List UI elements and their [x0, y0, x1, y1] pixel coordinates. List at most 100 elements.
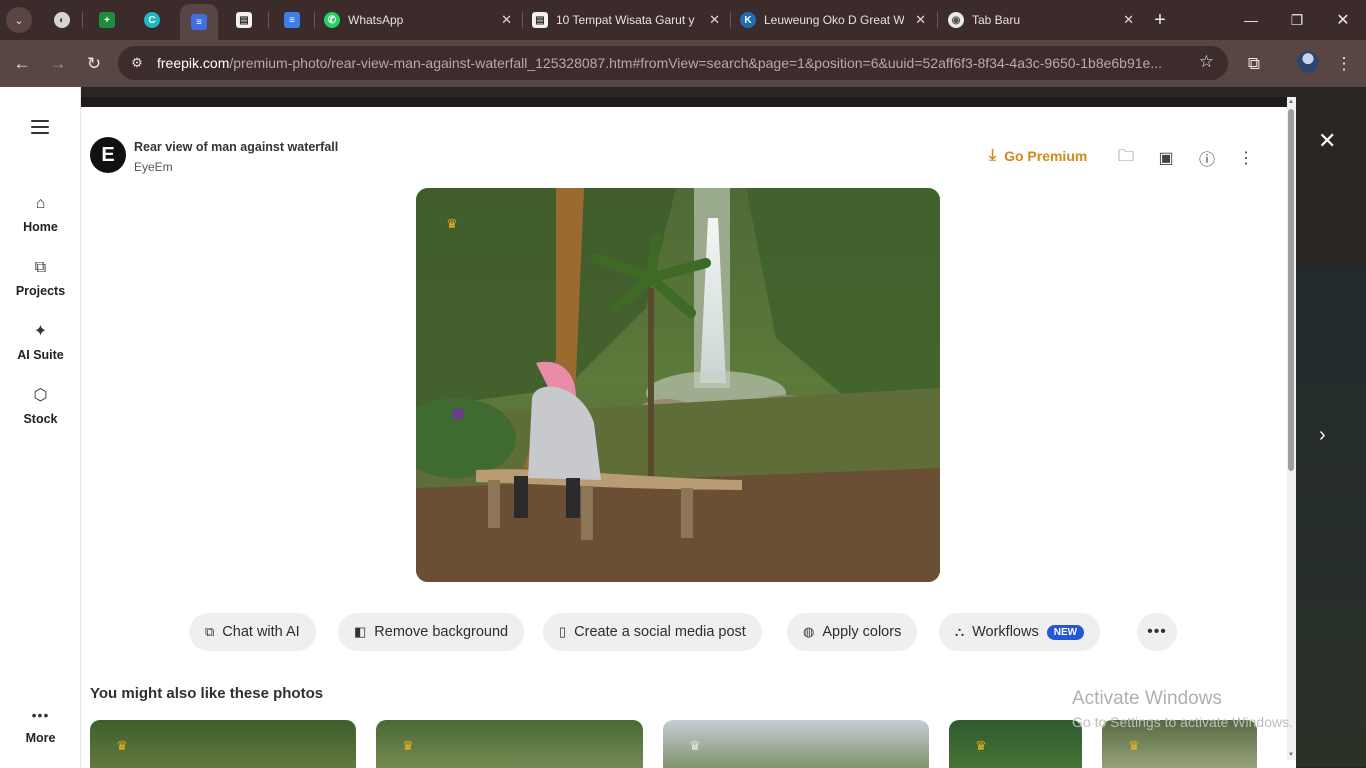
whatsapp-icon: ✆ [324, 12, 340, 28]
main-photo[interactable]: ♛ [416, 188, 940, 582]
remove-background-icon: ◧ [354, 624, 367, 639]
tab-leuweung-oko[interactable]: K Leuweung Oko D Great W ✕ [738, 4, 934, 36]
similar-photo-thumbnail[interactable]: ♛ [376, 720, 643, 768]
tab-globe[interactable]: ◐ [44, 4, 80, 36]
tab-docs[interactable]: ≡ [274, 4, 310, 36]
back-button[interactable]: ← [9, 51, 35, 77]
scroll-down-arrow[interactable]: ▼ [1288, 752, 1294, 758]
chat-icon: ⧉ [205, 624, 215, 639]
tab-title: Tab Baru [972, 13, 1021, 27]
bookmark-star-icon[interactable]: ☆ [1199, 52, 1214, 72]
info-icon[interactable]: ⓘ [1196, 147, 1218, 169]
premium-crown-icon: ♛ [1128, 738, 1140, 753]
sidebar-item-projects[interactable]: ⧉ Projects [0, 258, 81, 298]
url-text[interactable]: freepik.com/premium-photo/rear-view-man-… [157, 55, 1182, 71]
minimize-button[interactable]: — [1228, 0, 1274, 40]
tab-news[interactable]: ▤ [226, 4, 262, 36]
browser-toolbar: ← → ↻ ⚙ freepik.com/premium-photo/rear-v… [0, 40, 1366, 87]
similar-photo-thumbnail[interactable]: ♛ [663, 720, 929, 768]
chrome-icon: ◉ [948, 12, 964, 28]
sidebar-item-more[interactable]: ••• More [0, 705, 81, 745]
tab-tab-baru[interactable]: ◉ Tab Baru ✕ [946, 4, 1142, 36]
chrome-menu-icon[interactable]: ⋮ [1331, 51, 1357, 77]
forward-button[interactable]: → [45, 51, 71, 77]
tab-separator [268, 12, 269, 28]
sidebar-item-home[interactable]: ⌂ Home [0, 194, 81, 234]
go-premium-button[interactable]: ⤓ Go Premium [989, 147, 1087, 165]
sidebar-item-ai-suite[interactable]: ✦ AI Suite [0, 322, 81, 362]
workflows-label: Workflows [972, 624, 1039, 640]
phone-icon: ▯ [559, 624, 567, 639]
site-settings-icon[interactable]: ⚙ [126, 53, 148, 73]
photo-detail-modal: E Rear view of man against waterfall Eye… [81, 97, 1296, 768]
close-icon[interactable]: ✕ [915, 12, 926, 28]
profile-avatar[interactable] [1297, 51, 1319, 73]
author-logo[interactable]: E [90, 137, 126, 173]
remove-background-label: Remove background [374, 624, 509, 640]
close-modal-icon[interactable]: ✕ [1318, 128, 1336, 154]
address-bar[interactable]: ⚙ freepik.com/premium-photo/rear-view-ma… [118, 46, 1228, 80]
close-icon[interactable]: ✕ [501, 12, 512, 28]
tab-whatsapp[interactable]: ✆ WhatsApp ✕ [322, 4, 520, 36]
chat-with-ai-button[interactable]: ⧉ Chat with AI [189, 613, 316, 651]
close-icon[interactable]: ✕ [1123, 12, 1134, 28]
forms-icon: ≡ [191, 14, 207, 30]
remove-background-button[interactable]: ◧ Remove background [338, 613, 525, 651]
waterfall-photo-image [416, 188, 940, 582]
tab-forms[interactable]: ≡ [180, 4, 218, 40]
restore-button[interactable]: ❐ [1274, 0, 1320, 40]
tab-separator [937, 12, 938, 28]
docs-icon: ≡ [284, 12, 300, 28]
stock-icon: ⬡ [33, 387, 48, 404]
sidebar-item-label: AI Suite [17, 348, 64, 362]
tab-sheets[interactable]: + [89, 4, 125, 36]
tab-separator [82, 12, 83, 28]
page-content: ⌂ Home ⧉ Projects ✦ AI Suite ⬡ Stock •••… [0, 87, 1366, 768]
scrollbar-thumb[interactable] [1288, 109, 1294, 471]
premium-crown-icon: ♛ [446, 216, 458, 231]
tab-title: Leuweung Oko D Great W [764, 13, 904, 27]
new-tab-button[interactable]: + [1138, 0, 1182, 40]
news-icon: ▤ [532, 12, 548, 28]
tab-wisata-garut[interactable]: ▤ 10 Tempat Wisata Garut y ✕ [530, 4, 728, 36]
premium-crown-icon: ♛ [116, 738, 128, 753]
hamburger-menu-icon[interactable] [31, 120, 49, 138]
scroll-up-arrow[interactable]: ▲ [1288, 99, 1294, 105]
tab-title: WhatsApp [348, 13, 404, 27]
edit-image-icon[interactable]: ▣ [1155, 147, 1177, 169]
activate-windows-hint: Go to Settings to activate Windows. [1072, 714, 1293, 730]
close-window-button[interactable]: ✕ [1320, 0, 1366, 40]
close-icon[interactable]: ✕ [709, 12, 720, 28]
premium-crown-icon: ♛ [689, 738, 701, 753]
save-to-folder-icon[interactable]: 🗀 [1115, 147, 1137, 169]
similar-photo-thumbnail[interactable]: ♛ [949, 720, 1082, 768]
tab-separator [730, 12, 731, 28]
background-photo-strip [1296, 267, 1366, 767]
next-photo-arrow-icon[interactable]: › [1319, 424, 1326, 447]
tab-strip: ⌄ ◐ + C ≡ ▤ ≡ ✆ WhatsApp ✕ ▤ 10 Tempat W… [0, 0, 1366, 40]
more-options-icon[interactable]: ⋮ [1235, 147, 1257, 169]
tab-title: 10 Tempat Wisata Garut y [556, 13, 695, 27]
extensions-icon[interactable]: ⧉ [1241, 51, 1267, 77]
modal-scrollbar[interactable]: ▲ ▼ [1287, 97, 1296, 760]
apply-colors-button[interactable]: ◍ Apply colors [787, 613, 918, 651]
ai-suite-icon: ✦ [33, 323, 48, 340]
photo-author[interactable]: EyeEm [134, 160, 173, 174]
create-social-post-button[interactable]: ▯ Create a social media post [543, 613, 762, 651]
workflows-button[interactable]: ⛬ Workflows NEW [939, 613, 1101, 651]
more-actions-button[interactable]: ••• [1137, 613, 1177, 651]
tab-search-button[interactable]: ⌄ [6, 7, 32, 33]
reload-button[interactable]: ↻ [81, 51, 107, 77]
url-host: freepik.com [157, 55, 230, 71]
tab-canva[interactable]: C [134, 4, 170, 36]
palette-icon: ◍ [803, 624, 815, 639]
go-premium-label: Go Premium [1004, 148, 1088, 164]
premium-crown-icon: ♛ [975, 738, 987, 753]
tab-separator [314, 12, 315, 28]
globe-icon: ◐ [54, 12, 70, 28]
modal-top-strip [81, 97, 1296, 107]
premium-crown-icon: ♛ [402, 738, 414, 753]
sidebar-item-stock[interactable]: ⬡ Stock [0, 386, 81, 426]
url-path: /premium-photo/rear-view-man-against-wat… [229, 55, 1162, 71]
similar-photo-thumbnail[interactable]: ♛ [90, 720, 356, 768]
